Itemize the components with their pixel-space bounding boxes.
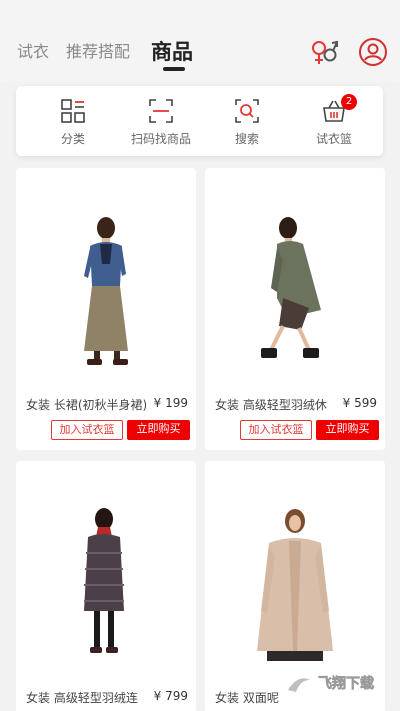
product-info-row: 女装 长裙(初秋半身裙) ¥ 199 (16, 396, 196, 416)
fitting-basket-button[interactable]: 2 试衣篮 (289, 86, 379, 156)
product-info-row: 女装 高级轻型羽绒休 ¥ 599 (205, 396, 385, 416)
product-image[interactable] (16, 168, 196, 386)
category-label: 分类 (60, 132, 85, 146)
tab-recommended-outfits[interactable]: 推荐搭配 (66, 38, 130, 62)
scan-frame-icon (149, 99, 173, 123)
function-toolbar: 分类 扫码找商品 搜索 2 试衣篮 (16, 86, 383, 156)
watermark-subtext: WWW.FXXZ.COM (320, 695, 379, 703)
product-name: 女装 高级轻型羽绒休 (215, 398, 327, 412)
watermark-text: 飞翔下载 (318, 675, 374, 692)
search-label: 搜索 (234, 132, 259, 146)
fitting-basket-label: 试衣篮 (315, 132, 352, 146)
category-button[interactable]: 分类 (28, 86, 118, 156)
category-grid-icon (61, 99, 85, 123)
add-to-basket-button[interactable]: 加入试衣篮 (240, 420, 312, 440)
product-price: ¥ 599 (342, 396, 377, 410)
product-name: 女装 长裙(初秋半身裙) (26, 398, 146, 412)
top-bar: 试衣 推荐搭配 商品 (0, 0, 400, 82)
product-card[interactable]: 女装 长裙(初秋半身裙) ¥ 199 加入试衣篮 立即购买 (16, 168, 196, 450)
active-tab-indicator (163, 67, 185, 71)
search-button[interactable]: 搜索 (202, 86, 292, 156)
add-to-basket-button[interactable]: 加入试衣篮 (51, 420, 123, 440)
scan-product-button[interactable]: 扫码找商品 (116, 86, 206, 156)
buy-now-button[interactable]: 立即购买 (127, 420, 190, 440)
product-card[interactable]: 女装 高级轻型羽绒休 ¥ 599 加入试衣篮 立即购买 (205, 168, 385, 450)
tab-try-on[interactable]: 试衣 (17, 38, 49, 62)
product-image[interactable] (205, 168, 385, 386)
scan-product-label: 扫码找商品 (130, 132, 191, 146)
product-price: ¥ 799 (153, 689, 188, 703)
search-icon (235, 99, 259, 123)
basket-count-badge: 2 (341, 94, 357, 110)
buy-now-button[interactable]: 立即购买 (316, 420, 379, 440)
product-info-row: 女装 高级轻型羽绒连 ¥ 799 (16, 689, 196, 709)
product-image[interactable] (205, 461, 385, 679)
product-price: ¥ 199 (153, 396, 188, 410)
site-watermark: 飞翔下载 WWW.FXXZ.COM (278, 666, 394, 706)
product-name: 女装 高级轻型羽绒连 (26, 691, 138, 705)
product-card[interactable]: 女装 高级轻型羽绒连 ¥ 799 (16, 461, 196, 711)
product-image[interactable] (16, 461, 196, 679)
tab-products[interactable]: 商品 (151, 36, 193, 66)
user-profile-icon[interactable] (357, 36, 389, 68)
gender-switch-icon[interactable] (308, 36, 340, 68)
